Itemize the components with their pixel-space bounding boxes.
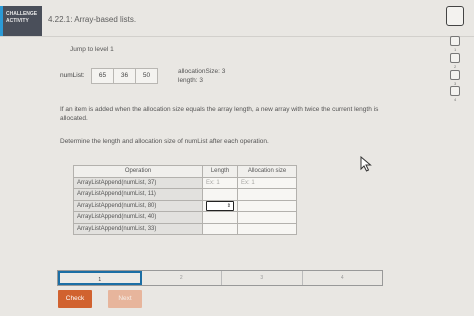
header-operation: Operation: [73, 165, 203, 178]
mouse-cursor-icon: [360, 156, 372, 172]
badge-line-2: ACTIVITY: [6, 18, 29, 24]
progress-step[interactable]: 3: [222, 271, 303, 285]
description-text: If an item is added when the allocation …: [60, 106, 379, 122]
progress-step[interactable]: 4: [303, 271, 383, 285]
table-row: ArrayListAppend(numList, 37) Ex: 1 Ex: 1: [73, 176, 297, 189]
operations-table: Operation Length Allocation size ArrayLi…: [73, 165, 297, 235]
level-number: 1: [454, 47, 457, 52]
level-box[interactable]: [450, 36, 460, 46]
allocation-input[interactable]: [237, 199, 297, 212]
length-text: length: 3: [178, 76, 203, 84]
allocation-input[interactable]: [237, 211, 297, 224]
table-row: ArrayListAppend(numList, 33): [73, 222, 297, 235]
header-divider: [0, 36, 474, 37]
table-row: ArrayListAppend(numList, 11): [73, 188, 297, 201]
check-button[interactable]: Check: [58, 290, 92, 308]
badge-accent-strip: [0, 6, 3, 36]
length-dropdown[interactable]: ⇕: [206, 200, 234, 211]
numlist-label: numList:: [60, 72, 85, 79]
dropdown-arrow-icon: ⇕: [226, 202, 231, 209]
instruction-text: Determine the length and allocation size…: [60, 138, 269, 145]
level-box[interactable]: [450, 86, 460, 96]
jump-to-level-link[interactable]: Jump to level 1: [70, 46, 114, 53]
numlist-cell: 36: [113, 68, 136, 84]
table-header-row: Operation Length Allocation size: [73, 165, 297, 178]
header-length: Length: [202, 165, 238, 178]
challenge-activity-badge: CHALLENGE ACTIVITY: [0, 6, 42, 36]
level-box[interactable]: [450, 53, 460, 63]
operation-cell: ArrayListAppend(numList, 40): [73, 211, 203, 224]
allocation-input[interactable]: Ex: 1: [237, 176, 297, 189]
allocation-input[interactable]: [237, 222, 297, 235]
length-input[interactable]: [202, 222, 238, 235]
progress-step[interactable]: 2: [142, 271, 222, 285]
level-number: 2: [454, 64, 457, 69]
badge-line-1: CHALLENGE: [6, 11, 38, 17]
table-row: ArrayListAppend(numList, 40): [73, 211, 297, 224]
operation-cell: ArrayListAppend(numList, 33): [73, 222, 203, 235]
level-box[interactable]: [450, 70, 460, 80]
header-allocation-size: Allocation size: [237, 165, 297, 178]
numlist-array: 65 36 50: [91, 68, 158, 84]
level-progress-bar: 1 2 3 4: [57, 270, 383, 286]
array-metadata: allocationSize: 3 length: 3: [178, 68, 225, 85]
progress-step-current[interactable]: 1: [58, 271, 142, 285]
allocation-size-text: allocationSize: 3: [178, 68, 226, 75]
numlist-cell: 50: [135, 68, 158, 84]
allocation-placeholder: Ex: 1: [241, 179, 255, 186]
level-number: 4: [454, 97, 457, 102]
allocation-input[interactable]: [237, 188, 297, 201]
length-input[interactable]: [202, 188, 238, 201]
length-placeholder: Ex: 1: [206, 179, 220, 186]
numlist-cell: 65: [91, 68, 114, 84]
length-select[interactable]: ⇕: [202, 199, 238, 212]
operation-cell: ArrayListAppend(numList, 11): [73, 188, 203, 201]
next-button[interactable]: Next: [108, 290, 142, 308]
activity-title: 4.22.1: Array-based lists.: [48, 15, 137, 24]
operation-cell: ArrayListAppend(numList, 80): [73, 199, 203, 212]
length-input[interactable]: Ex: 1: [202, 176, 238, 189]
operation-cell: ArrayListAppend(numList, 37): [73, 176, 203, 189]
table-row: ArrayListAppend(numList, 80) ⇕: [73, 199, 297, 212]
completion-indicator-icon: [446, 6, 464, 26]
length-input[interactable]: [202, 211, 238, 224]
